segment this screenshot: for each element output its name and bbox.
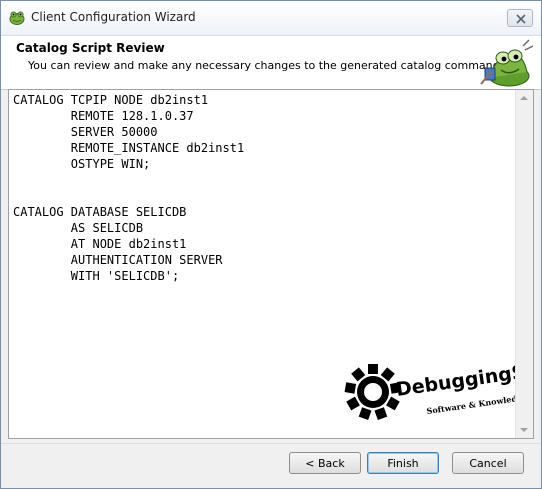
catalog-script-editor[interactable]: CATALOG TCPIP NODE db2inst1 REMOTE 128.1… xyxy=(8,89,534,439)
window-title: Client Configuration Wizard xyxy=(31,10,196,24)
close-button[interactable] xyxy=(507,9,533,27)
scroll-down-arrow-icon[interactable] xyxy=(520,428,528,432)
wizard-window: Client Configuration Wizard Catalog Scri… xyxy=(0,0,542,489)
footer-divider xyxy=(1,443,541,444)
cancel-button[interactable]: Cancel xyxy=(452,452,524,474)
frog-mascot-icon xyxy=(479,38,535,88)
back-button[interactable]: < Back xyxy=(289,452,361,474)
page-subtitle: You can review and make any necessary ch… xyxy=(28,59,506,72)
finish-button[interactable]: Finish xyxy=(367,452,439,474)
close-icon xyxy=(516,14,526,24)
gear-logo-icon: DebuggingSoft Software & Knowledge xyxy=(344,357,533,421)
catalog-script-text[interactable]: CATALOG TCPIP NODE db2inst1 REMOTE 128.1… xyxy=(13,92,513,284)
frog-app-icon xyxy=(9,10,25,26)
wizard-header: Catalog Script Review You can review and… xyxy=(1,36,541,90)
vertical-scrollbar[interactable] xyxy=(515,90,533,438)
title-bar[interactable]: Client Configuration Wizard xyxy=(1,1,541,36)
watermark-tagline: Software & Knowledge xyxy=(426,392,528,416)
page-title: Catalog Script Review xyxy=(16,41,165,55)
scroll-up-arrow-icon[interactable] xyxy=(520,96,528,100)
